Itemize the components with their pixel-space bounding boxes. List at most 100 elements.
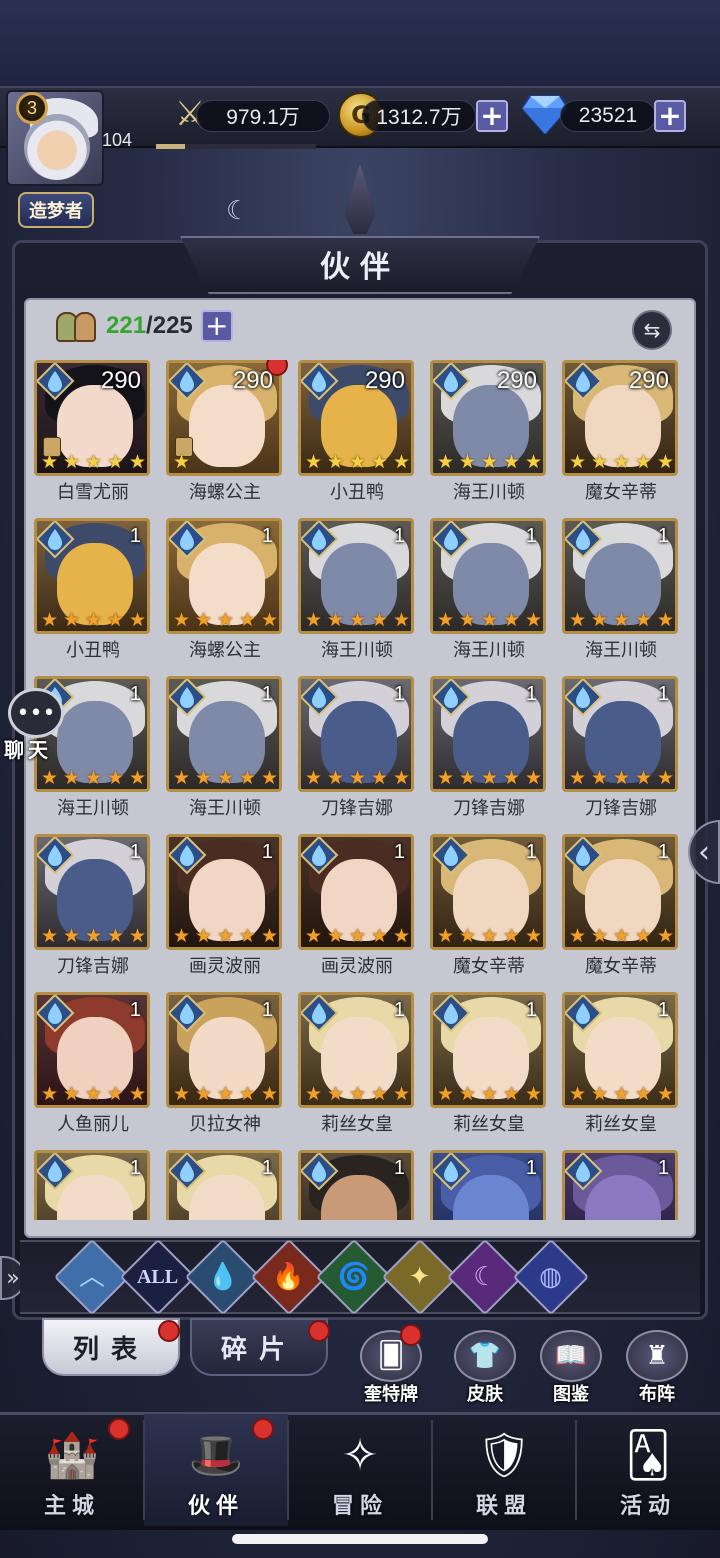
nav-item-2[interactable]: ✧ 冒险 [288,1414,432,1526]
hero-card[interactable]: 1 ★ ★ ★ ★ ★ 海王川顿 [298,518,416,662]
star-icon: ★ [304,451,323,473]
star-icon: ★ [480,925,499,947]
star-icon: ★ [436,609,455,631]
add-gem-button[interactable]: + [654,100,686,132]
hero-card[interactable]: 290 ★ ★ ★ ★ ★ 魔女辛蒂 [562,360,680,504]
hero-card[interactable]: 1 ★ ★ ★ ★ ★ 魔女辛蒂 [562,834,680,978]
nav-separator [431,1420,433,1520]
water-element-icon [301,1153,339,1191]
hero-level: 1 [393,1157,405,1179]
hero-card[interactable]: 1 [298,1150,416,1220]
home-indicator[interactable] [232,1534,488,1544]
water-element-icon [169,1153,207,1191]
hero-card[interactable]: 1 ★ ★ ★ ★ ★ 海螺公主 [166,518,284,662]
hero-level: 1 [261,1157,273,1179]
hero-card[interactable]: 1 ★ ★ ★ ★ ★ 刀锋吉娜 [430,676,548,820]
star-icon: ★ [458,925,477,947]
hero-card[interactable]: 1 ★ ★ ★ ★ ★ 刀锋吉娜 [298,676,416,820]
star-icon: ★ [392,767,411,789]
hero-card[interactable]: 1 ★ ★ ★ ★ ★ 莉丝女皇 [562,992,680,1136]
hero-card[interactable]: 1 ★ ★ ★ ★ ★ 刀锋吉娜 [562,676,680,820]
hero-portrait: 1 [562,1150,678,1220]
star-icon: ★ [458,1083,477,1105]
hero-card[interactable]: 1 ★ ★ ★ ★ ★ 画灵波丽 [298,834,416,978]
player-title-badge[interactable]: 造梦者 [18,192,94,228]
nav-item-1[interactable]: 🎩 伙伴 [144,1414,288,1526]
hero-level: 1 [525,683,537,705]
hero-card[interactable]: 1 ★ ★ ★ ★ ★ 莉丝女皇 [298,992,416,1136]
star-icon: ★ [84,925,103,947]
sub-button-2[interactable]: 📖 图鉴 [536,1330,606,1406]
hero-portrait: 1 ★ ★ ★ ★ ★ [430,834,546,950]
hero-stars: ★ ★ ★ ★ ★ [303,451,411,473]
sub-button-label: 图鉴 [553,1384,589,1405]
filter-dark-icon: ☾ [473,1262,497,1292]
hero-count-current: 221 [106,312,147,339]
hero-card[interactable]: 1 ★ ★ ★ ★ ★ 魔女辛蒂 [430,834,548,978]
water-element-icon [169,521,207,559]
hero-card[interactable]: 1 [562,1150,680,1220]
hero-card[interactable]: 1 ★ ★ ★ ★ ★ 莉丝女皇 [430,992,548,1136]
hero-card[interactable]: 1 ★ ★ ★ ★ ★ 画灵波丽 [166,834,284,978]
chat-button[interactable]: ••• 聊天 [4,688,70,762]
star-icon: ★ [260,925,279,947]
star-icon: ★ [84,451,103,473]
hero-card[interactable]: 1 ★ ★ ★ ★ ★ 人鱼丽儿 [34,992,152,1136]
hero-card[interactable]: 1 ★ ★ ★ ★ ★ 贝拉女神 [166,992,284,1136]
sort-toggle-button[interactable]: ⇆ [632,310,672,350]
hero-stars: ★ ★ ★ ★ ★ [567,611,675,630]
hero-stars: ★ ★ ★ ★ ★ [435,925,543,947]
hero-stars: ★ ★ ★ ★ ★ [303,925,411,947]
hero-level: 1 [657,1157,669,1179]
sub-button-label: 奎特牌 [364,1384,418,1405]
hero-portrait: 1 [34,1150,150,1220]
background-top [0,0,720,90]
hero-card[interactable]: 1 ★ ★ ★ ★ ★ 海王川顿 [562,518,680,662]
sub-button-0[interactable]: 🂠 奎特牌 [356,1324,426,1406]
expand-capacity-button[interactable]: + [200,310,233,342]
star-icon: ★ [656,925,675,947]
hero-card[interactable]: 1 ★ ★ ★ ★ ★ 海王川顿 [166,676,284,820]
nav-item-3[interactable]: 🛡 联盟 [432,1414,576,1526]
hero-card[interactable]: 1 [166,1150,284,1220]
hero-card[interactable]: 1 ★ ★ ★ ★ ★ 小丑鸭 [34,518,152,662]
hero-reddot [266,360,288,376]
star-icon: ★ [62,609,81,631]
star-icon: ★ [634,451,653,473]
water-element-icon [433,363,471,401]
hero-card[interactable]: 290 ★ ★ ★ ★ ★ 海王川顿 [430,360,548,504]
hero-stars: ★ ★ ★ ★ ★ [303,767,411,789]
hero-portrait: 1 [298,1150,414,1220]
star-icon: ★ [304,767,323,789]
castle-icon: 🏰 [44,1430,100,1481]
water-element-icon [37,521,75,559]
star-icon: ★ [84,767,103,789]
star-icon: ★ [590,1083,609,1105]
hero-name: 海螺公主 [189,640,261,661]
star-icon: ★ [326,609,345,631]
star-icon: ★ [260,767,279,789]
hero-card[interactable]: 290 ★ 海螺公主 [166,360,288,504]
water-element-icon [169,363,207,401]
hero-stars: ★ ★ ★ ★ ★ [39,925,147,947]
star-icon: ★ [590,925,609,947]
hero-card[interactable]: 1 ★ ★ ★ ★ ★ 刀锋吉娜 [34,834,152,978]
hero-card[interactable]: 1 ★ ★ ★ ★ ★ 海王川顿 [430,518,548,662]
nav-item-0[interactable]: 🏰 主城 [0,1414,144,1526]
star-icon: ★ [392,925,411,947]
add-gold-button[interactable]: + [476,100,508,132]
sub-button-1[interactable]: 👕 皮肤 [450,1330,520,1406]
hero-level: 1 [261,999,273,1021]
sub-button-3[interactable]: ♜ 布阵 [622,1330,692,1406]
hero-card[interactable]: 290 ★ ★ ★ ★ ★ 小丑鸭 [298,360,416,504]
filter-up-icon: ︿ [78,1262,105,1292]
filter-all-icon: ALL [136,1266,179,1288]
hero-card[interactable]: 1 [430,1150,548,1220]
hero-card[interactable]: 1 [34,1150,152,1220]
nav-reddot [108,1418,130,1440]
hero-name: 魔女辛蒂 [453,956,525,977]
nav-item-4[interactable]: 🂡 活动 [576,1414,720,1526]
tab-fragments[interactable]: 碎片 [190,1318,328,1376]
hero-portrait: 290 ★ ★ ★ ★ ★ [562,360,678,476]
hero-card[interactable]: 290 ★ ★ ★ ★ ★ 白雪尤丽 [34,360,152,504]
